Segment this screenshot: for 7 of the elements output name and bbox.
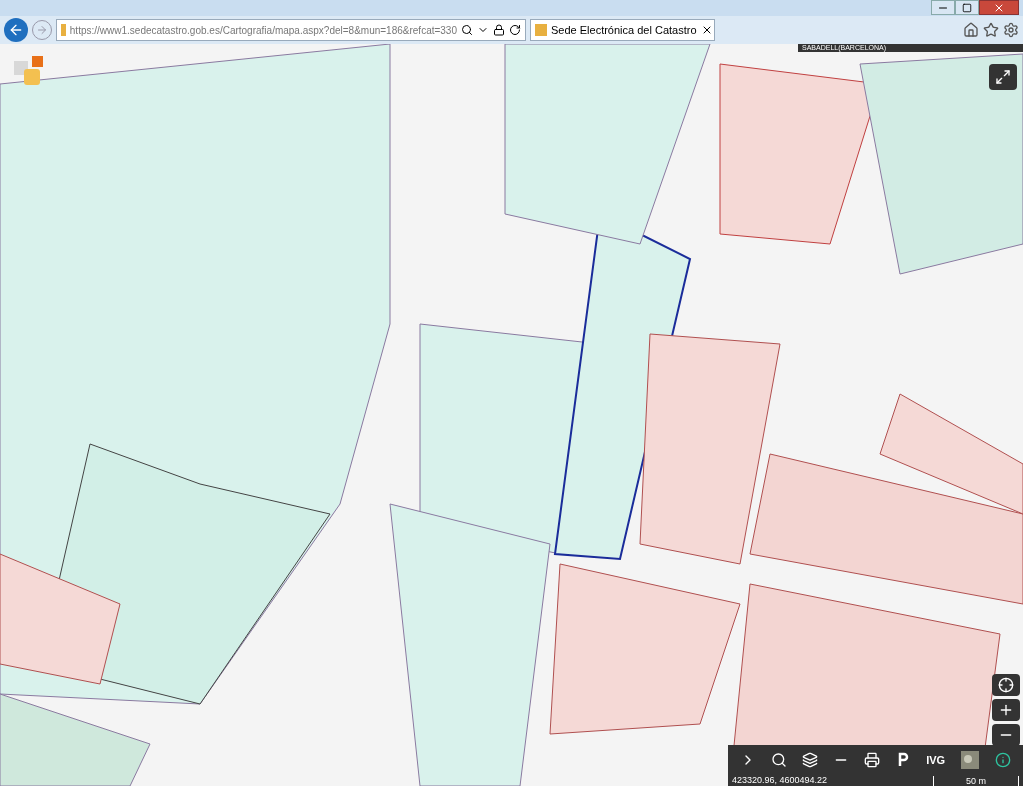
scale-bar: 50 m: [933, 775, 1019, 786]
tab-title: Sede Electrónica del Catastro: [551, 22, 697, 38]
coordinates-text: 423320.96, 4600494.22: [732, 773, 828, 786]
tool-button[interactable]: IVG: [926, 751, 946, 769]
url-text: https://www1.sedecatastro.gob.es/Cartografia/mapa.aspx?del=8&mun=186&refcat=330: [69, 23, 457, 38]
browser-tab[interactable]: Sede Electrónica del Catastro: [530, 19, 715, 41]
address-bar[interactable]: https://www1.sedecatastro.gob.es/Cartografia/mapa.aspx?del=8&mun=186&refcat=330: [56, 19, 526, 41]
